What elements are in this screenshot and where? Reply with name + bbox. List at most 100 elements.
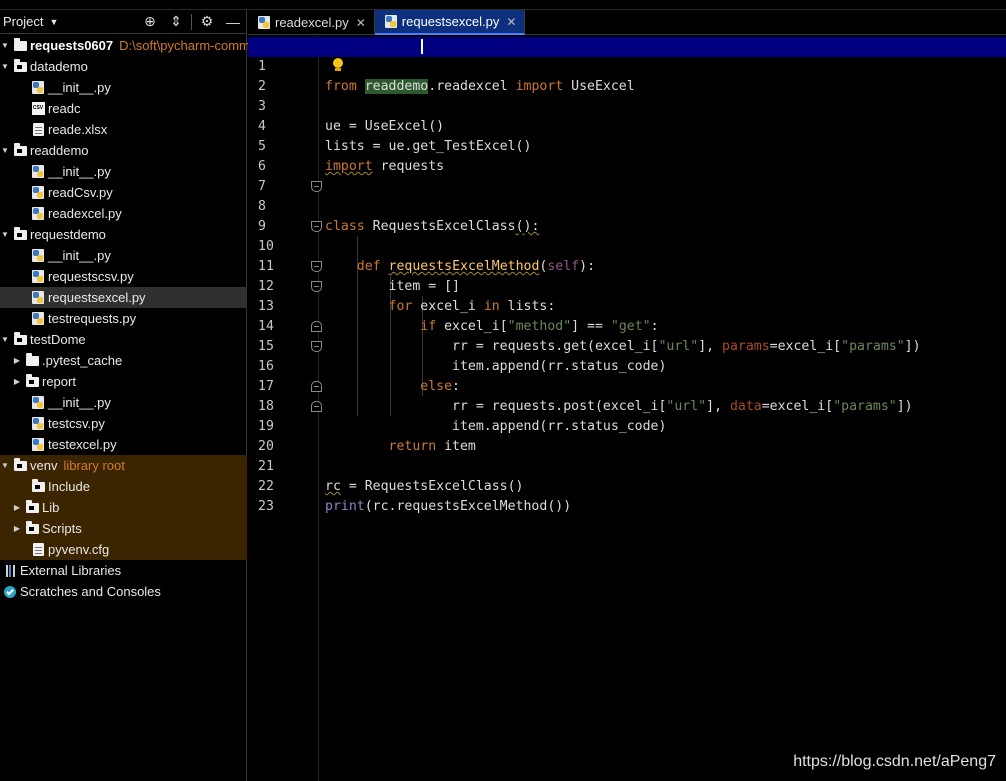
hide-panel-icon[interactable]: — (220, 14, 246, 30)
code-line-3[interactable]: 3 ue = UseExcel() (248, 77, 1006, 134)
tree-item-testcsv-py[interactable]: testcsv.py (0, 413, 247, 434)
python-file-icon (31, 207, 45, 221)
code-line-13[interactable]: 13 if excel_i["method"] == "get": (248, 277, 1006, 334)
collapse-arrow-icon[interactable]: ▶ (12, 371, 22, 392)
python-file-icon (384, 15, 397, 28)
expand-arrow-icon[interactable]: ▼ (0, 329, 10, 350)
fold-marker-icon[interactable] (311, 221, 322, 232)
tree-item-datademo[interactable]: ▼ datademo (0, 56, 247, 77)
tab-readexcel[interactable]: readexcel.py ✕ (248, 10, 375, 35)
code-line-18[interactable]: 18 item.append(rr.status_code) (248, 377, 1006, 434)
tree-item-include[interactable]: Include (0, 476, 247, 497)
code-line-14[interactable]: 14 rr = requests.get(excel_i["url"], par… (248, 297, 1006, 354)
tree-item-requestscsv-py[interactable]: requestscsv.py (0, 266, 247, 287)
tree-item-testrequests-py[interactable]: testrequests.py (0, 308, 247, 329)
tree-item-readdemo[interactable]: ▼ readdemo (0, 140, 247, 161)
folder-icon (13, 457, 27, 473)
close-icon[interactable]: ✕ (356, 16, 366, 30)
folder-icon (25, 499, 39, 515)
fold-marker-icon[interactable] (311, 261, 322, 272)
code-line-12[interactable]: 12 for excel_i in lists: (248, 257, 1006, 314)
code-line-7[interactable]: 7 (248, 157, 1006, 194)
tree-item-label: __init__.py (48, 395, 111, 410)
folder-icon (13, 331, 27, 347)
python-file-icon (31, 396, 45, 410)
fold-marker-icon[interactable] (311, 401, 322, 412)
text-file-icon (31, 543, 45, 557)
project-view-title[interactable]: Project (3, 14, 43, 29)
code-editor[interactable]: 1 from readdemo.readexcel import UseExce… (248, 36, 1006, 781)
fold-marker-icon[interactable] (311, 381, 322, 392)
code-line-9[interactable]: 9 (248, 197, 1006, 234)
tree-item-venv[interactable]: ▼ venv library root (0, 455, 247, 476)
tab-label: readexcel.py (275, 15, 349, 30)
folder-icon (13, 58, 27, 74)
tree-item-testdome[interactable]: ▼ testDome (0, 329, 247, 350)
code-line-21[interactable]: 21 rc = RequestsExcelClass() (248, 437, 1006, 494)
fold-marker-icon[interactable] (311, 341, 322, 352)
gear-icon[interactable]: ⚙ (194, 13, 220, 30)
code-line-11[interactable]: 11 item = [] (248, 237, 1006, 294)
code-line-4[interactable]: 4 lists = ue.get_TestExcel() (248, 97, 1006, 154)
tree-item-init-py[interactable]: __init__.py (0, 161, 247, 182)
tree-item-requestsexcel-py[interactable]: requestsexcel.py (0, 287, 247, 308)
code-line-1[interactable]: 1 from readdemo.readexcel import UseExce… (248, 37, 1006, 94)
code-line-22[interactable]: 22 print(rc.requestsExcelMethod()) (248, 457, 1006, 514)
close-icon[interactable]: ✕ (506, 15, 516, 29)
code-line-19[interactable]: 19 return item (248, 397, 1006, 454)
tree-item-testexcel-py[interactable]: testexcel.py (0, 434, 247, 455)
tree-item-pyvenv-cfg[interactable]: pyvenv.cfg (0, 539, 247, 560)
tree-item-init-py[interactable]: __init__.py (0, 245, 247, 266)
collapse-all-icon[interactable]: ⇕ (163, 13, 189, 30)
collapse-arrow-icon[interactable]: ▶ (12, 350, 22, 371)
code-line-17[interactable]: 17 rr = requests.post(excel_i["url"], da… (248, 357, 1006, 414)
toolbar-separator (191, 13, 192, 30)
collapse-arrow-icon[interactable]: ▶ (12, 497, 22, 518)
expand-arrow-icon[interactable]: ▼ (0, 140, 10, 161)
expand-arrow-icon[interactable]: ▼ (0, 56, 10, 77)
code-line-8[interactable]: 8 class RequestsExcelClass(): (248, 177, 1006, 234)
tree-item-label: readCsv.py (48, 185, 113, 200)
locate-file-icon[interactable]: ⊕ (137, 13, 163, 30)
code-line-20[interactable]: 20 (248, 417, 1006, 454)
tree-item-requests0607[interactable]: ▼ requests0607 D:\soft\pycharm-commun (0, 35, 264, 56)
tree-item-requestdemo[interactable]: ▼ requestdemo (0, 224, 247, 245)
tree-item-label: testrequests.py (48, 311, 137, 326)
expand-arrow-icon[interactable]: ▼ (0, 455, 10, 476)
tree-item-init-py[interactable]: __init__.py (0, 77, 247, 98)
tree-item-readcsv-py[interactable]: readCsv.py (0, 182, 247, 203)
tree-item-label: __init__.py (48, 164, 111, 179)
code-line-16[interactable]: 16 else: (248, 337, 1006, 394)
tree-item-pytest-cache[interactable]: ▶ .pytest_cache (0, 350, 247, 371)
tree-item-label: requestscsv.py (48, 269, 134, 284)
code-line-2[interactable]: 2 (248, 57, 1006, 94)
tree-item-label: __init__.py (48, 80, 111, 95)
fold-marker-icon[interactable] (311, 181, 322, 192)
chevron-down-icon[interactable]: ▼ (49, 17, 58, 27)
tree-item-readc[interactable]: CSV readc (0, 98, 247, 119)
tree-item-scratches[interactable]: Scratches and Consoles (0, 581, 247, 602)
code-line-6[interactable]: 6 (248, 137, 1006, 174)
tree-item-report[interactable]: ▶ report (0, 371, 247, 392)
tree-item-readexcel-py[interactable]: readexcel.py (0, 203, 247, 224)
tree-item-external-libraries[interactable]: External Libraries (0, 560, 247, 581)
fold-marker-icon[interactable] (311, 281, 322, 292)
tree-item-init-py[interactable]: __init__.py (0, 392, 247, 413)
expand-arrow-icon[interactable]: ▼ (0, 224, 10, 245)
tree-item-label: pyvenv.cfg (48, 542, 110, 557)
fold-marker-icon[interactable] (311, 321, 322, 332)
code-line-10[interactable]: 10 def requestsExcelMethod(self): (248, 217, 1006, 274)
code-line-5[interactable]: 5 import requests (248, 117, 1006, 174)
expand-arrow-icon[interactable]: ▼ (0, 35, 10, 56)
tree-item-scripts[interactable]: ▶ Scripts (0, 518, 247, 539)
code-line-23[interactable]: 23 (248, 477, 1006, 514)
tree-item-lib[interactable]: ▶ Lib (0, 497, 247, 518)
tree-item-label: Scripts (42, 521, 82, 536)
lightbulb-icon[interactable] (333, 58, 343, 72)
tree-item-reade-xlsx[interactable]: reade.xlsx (0, 119, 247, 140)
tab-requestsexcel[interactable]: requestsexcel.py ✕ (374, 10, 526, 35)
tree-item-label: Scratches and Consoles (20, 584, 161, 599)
collapse-arrow-icon[interactable]: ▶ (12, 518, 22, 539)
python-file-icon (258, 16, 270, 29)
code-line-15[interactable]: 15 item.append(rr.status_code) (248, 317, 1006, 374)
